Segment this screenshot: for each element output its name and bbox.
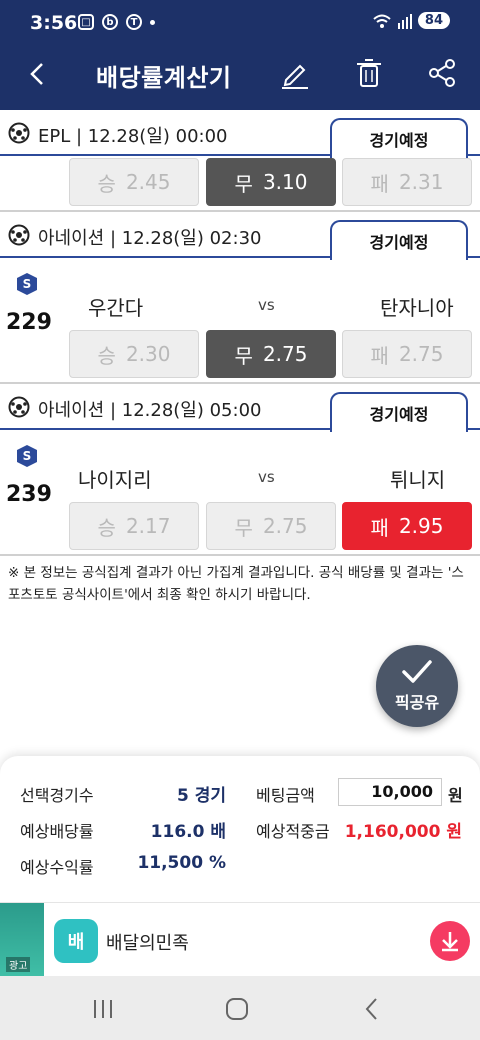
match-card: EPL | 12.28(일) 00:00 경기예정 승 2.45 무 3.10 패2… bbox=[0, 112, 480, 210]
match-status-tab[interactable]: 경기예정 bbox=[330, 220, 468, 260]
bet-unit: 원 bbox=[448, 786, 463, 805]
match-header: EPL | 12.28(일) 00:00 경기예정 bbox=[0, 112, 480, 158]
away-team: 탄자니아 bbox=[380, 296, 454, 320]
match-league-time: 아네이션 | 12.28(일) 05:00 bbox=[38, 400, 262, 421]
home-team: 우간다 bbox=[88, 296, 144, 320]
sport-badge-icon: S bbox=[17, 445, 37, 467]
back-nav-icon[interactable] bbox=[356, 992, 390, 1026]
ad-banner[interactable]: 광고 배 배달의민족 bbox=[0, 902, 480, 977]
bet-amount-input[interactable]: 10,000 bbox=[338, 778, 442, 806]
odds-draw-button[interactable]: 무 2.75 bbox=[206, 330, 336, 378]
signal-icon bbox=[397, 13, 412, 29]
sport-badge-icon: S bbox=[17, 273, 37, 295]
divider bbox=[0, 554, 480, 556]
talk-icon: T bbox=[126, 14, 142, 30]
pick-share-button[interactable]: 픽공유 bbox=[376, 645, 458, 727]
checkmark-icon bbox=[402, 660, 432, 683]
vs-label: vs bbox=[258, 468, 275, 486]
system-icons: 84 bbox=[372, 12, 450, 29]
ad-tag: 광고 bbox=[6, 957, 31, 972]
odds-lose-button[interactable]: 패 2.95 bbox=[342, 502, 472, 550]
match-card: 아네이션 | 12.28(일) 05:00 경기예정 S 239 나이지리 vs… bbox=[0, 386, 480, 554]
b-app-icon: b bbox=[102, 14, 118, 30]
match-card: 아네이션 | 12.28(일) 02:30 경기예정 S 229 우간다 vs … bbox=[0, 214, 480, 382]
download-button[interactable] bbox=[430, 921, 470, 961]
match-status-tab[interactable]: 경기예정 bbox=[330, 392, 468, 432]
soccer-ball-icon bbox=[8, 396, 30, 418]
screenshot-icon: □ bbox=[78, 14, 94, 30]
divider bbox=[0, 382, 480, 384]
share-icon[interactable] bbox=[425, 56, 459, 90]
divider bbox=[0, 210, 480, 212]
payout-label: 예상적중금 bbox=[256, 822, 330, 841]
match-status-tab[interactable]: 경기예정 bbox=[330, 118, 468, 158]
odds-label: 예상배당률 bbox=[20, 822, 94, 841]
svg-text:S: S bbox=[23, 449, 32, 463]
svg-text:S: S bbox=[23, 277, 32, 291]
home-icon[interactable] bbox=[220, 992, 254, 1026]
odds-draw-button[interactable]: 무 3.10 bbox=[206, 158, 336, 206]
odds-lose-button[interactable]: 패 2.31 bbox=[342, 158, 472, 206]
system-nav-bar bbox=[0, 976, 480, 1040]
soccer-ball-icon bbox=[8, 224, 30, 246]
pick-share-label: 픽공유 bbox=[394, 693, 440, 712]
trash-icon[interactable] bbox=[352, 56, 386, 90]
return-value: 11,500 % bbox=[137, 853, 226, 873]
ad-app-name: 배달의민족 bbox=[106, 933, 189, 954]
back-icon[interactable] bbox=[24, 56, 54, 92]
recent-apps-icon[interactable] bbox=[86, 992, 120, 1026]
match-league-time: 아네이션 | 12.28(일) 02:30 bbox=[38, 228, 262, 249]
home-team: 나이지리 bbox=[78, 468, 152, 492]
vs-label: vs bbox=[258, 296, 275, 314]
odds-win-button[interactable]: 승 2.30 bbox=[69, 330, 199, 378]
disclaimer-text: ※ 본 정보는 공식집계 결과가 아닌 가집계 결과입니다. 공식 배당률 및 … bbox=[8, 565, 464, 603]
payout-value: 1,160,000 원 bbox=[344, 822, 462, 842]
match-header: 아네이션 | 12.28(일) 02:30 경기예정 bbox=[0, 214, 480, 260]
bet-summary-panel: 선택경기수 5 경기 베팅금액 10,000 원 예상배당률 116.0 배 예… bbox=[0, 756, 480, 902]
match-number: 239 bbox=[6, 482, 52, 507]
match-league-time: EPL | 12.28(일) 00:00 bbox=[38, 126, 228, 147]
edit-icon[interactable] bbox=[278, 56, 312, 90]
title-bar: 배당률계산기 bbox=[0, 52, 480, 98]
status-bar: 3:56 □ b T 84 bbox=[0, 10, 480, 38]
more-notifications-icon bbox=[150, 19, 155, 25]
page-title: 배당률계산기 bbox=[96, 64, 232, 92]
bet-amount-label: 베팅금액 bbox=[256, 786, 315, 805]
app-header: 3:56 □ b T 84 배당률계산기 bbox=[0, 0, 480, 110]
match-header: 아네이션 | 12.28(일) 05:00 경기예정 bbox=[0, 386, 480, 432]
odds-lose-button[interactable]: 패 2.75 bbox=[342, 330, 472, 378]
odds-win-button[interactable]: 승 2.45 bbox=[69, 158, 199, 206]
download-icon bbox=[442, 932, 458, 952]
odds-win-button[interactable]: 승 2.17 bbox=[69, 502, 199, 550]
odds-draw-button[interactable]: 무 2.75 bbox=[206, 502, 336, 550]
ad-thumbnail: 광고 bbox=[0, 903, 44, 977]
games-label: 선택경기수 bbox=[20, 786, 94, 805]
battery-indicator: 84 bbox=[417, 12, 450, 29]
away-team: 튀니지 bbox=[390, 468, 446, 492]
soccer-ball-icon bbox=[8, 122, 30, 144]
odds-value: 116.0 배 bbox=[150, 822, 226, 842]
wifi-icon bbox=[373, 14, 391, 28]
games-value: 5 경기 bbox=[176, 786, 226, 806]
notification-icons: □ b T bbox=[78, 14, 155, 30]
status-time: 3:56 bbox=[30, 12, 78, 34]
return-label: 예상수익률 bbox=[20, 858, 94, 877]
match-number: 229 bbox=[6, 310, 52, 335]
app-icon: 배 bbox=[54, 919, 98, 963]
